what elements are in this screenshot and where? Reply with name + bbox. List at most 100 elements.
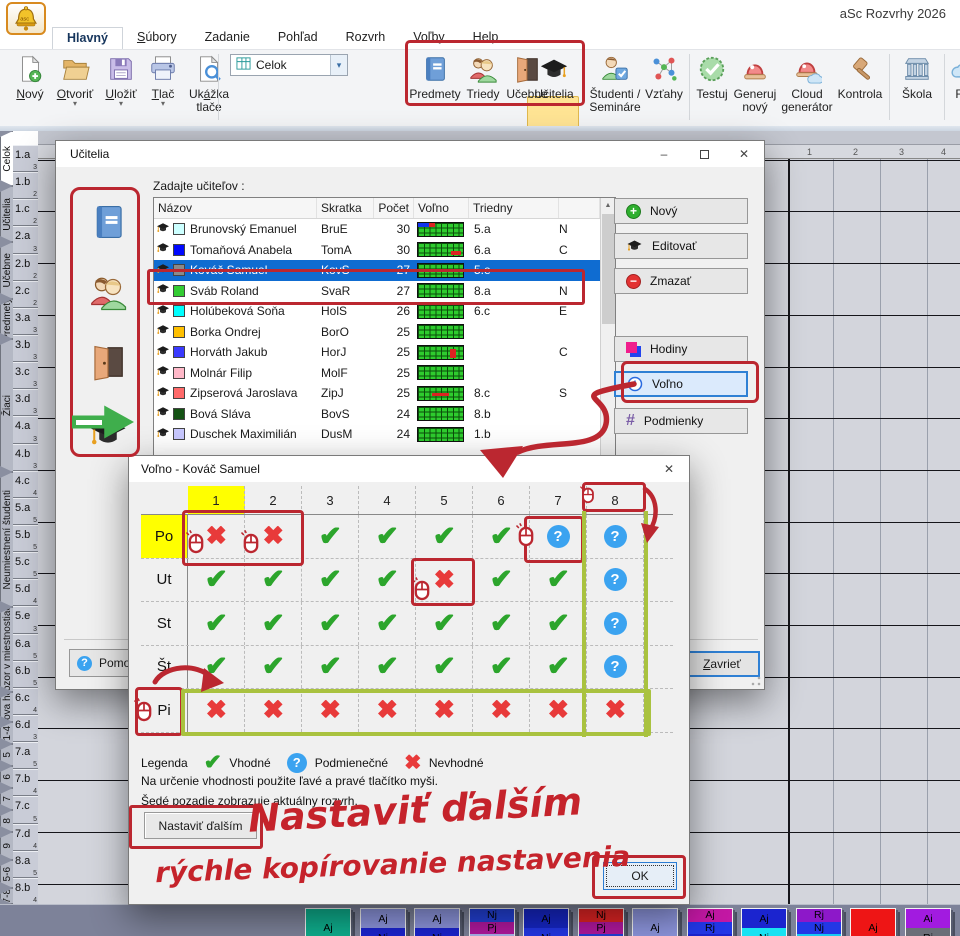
view-tab[interactable]: 7-8: [0, 888, 13, 904]
view-tab[interactable]: Žiaci: [0, 339, 13, 472]
view-tab[interactable]: Dozor v miestnostiach: [0, 607, 13, 692]
view-tab[interactable]: Osnova hodín: [0, 692, 13, 722]
view-tab[interactable]: Predmety: [0, 299, 13, 339]
day-label[interactable]: St: [141, 602, 188, 645]
class-row-header[interactable]: 7.a5: [13, 742, 38, 769]
teacher-row[interactable]: Zipserová Jaroslava ZipJ 25 8.c S: [154, 383, 615, 404]
availability-cell[interactable]: [245, 559, 302, 602]
lessons-button[interactable]: Hodiny: [614, 336, 748, 362]
close-icon[interactable]: ✕: [724, 141, 764, 167]
availability-cell[interactable]: [245, 602, 302, 645]
availability-cell[interactable]: [359, 515, 416, 558]
lesson-card[interactable]: AiRj: [905, 908, 951, 936]
new-button[interactable]: Nový: [8, 52, 52, 125]
lesson-card[interactable]: AjNj: [523, 908, 569, 936]
set-next-button[interactable]: Nastaviť ďalším: [144, 812, 257, 839]
teachers-dialog-titlebar[interactable]: Učitelia – ✕: [56, 141, 764, 167]
class-row-header[interactable]: 7.b4: [13, 769, 38, 796]
availability-cell[interactable]: [416, 689, 473, 732]
close-icon[interactable]: ✕: [649, 456, 689, 482]
availability-cell[interactable]: [473, 559, 530, 602]
class-row-header[interactable]: 6.d3: [13, 715, 38, 742]
view-tab[interactable]: Neumiestnení študenti: [0, 472, 13, 607]
online-timetable-button[interactable]: Roo: [948, 52, 960, 125]
book-icon[interactable]: [86, 201, 130, 243]
free-dialog-titlebar[interactable]: Voľno - Kováč Samuel ✕: [129, 456, 689, 482]
scroll-up-icon[interactable]: ▲: [601, 198, 615, 213]
availability-cell[interactable]: [416, 559, 473, 602]
availability-cell[interactable]: [188, 689, 245, 732]
lesson-card[interactable]: AjNj: [414, 908, 460, 936]
edit-teacher-button[interactable]: Editovať: [614, 233, 748, 259]
class-row-header[interactable]: 2.a3: [13, 226, 38, 253]
period-header[interactable]: 8: [587, 486, 644, 514]
asc-bell-logo-icon[interactable]: asc: [6, 2, 46, 35]
availability-cell[interactable]: [359, 602, 416, 645]
subjects-button[interactable]: Predmety: [408, 52, 462, 125]
class-row-header[interactable]: 8.a5: [13, 851, 38, 878]
period-header[interactable]: 7: [530, 486, 587, 514]
ribbon-tab[interactable]: Rozvrh: [332, 27, 400, 49]
teachers-button[interactable]: Učitelia: [530, 52, 578, 125]
availability-cell[interactable]: [416, 602, 473, 645]
classes-button[interactable]: Triedy: [462, 52, 504, 125]
column-header-count[interactable]: Počet: [374, 198, 414, 218]
availability-cell[interactable]: [587, 602, 644, 645]
relations-button[interactable]: Vzťahy: [642, 52, 686, 125]
period-header[interactable]: 3: [302, 486, 359, 514]
availability-cell[interactable]: [302, 559, 359, 602]
check-button[interactable]: Kontrola: [835, 52, 885, 125]
period-header[interactable]: 6: [473, 486, 530, 514]
period-header[interactable]: 5: [416, 486, 473, 514]
door-icon[interactable]: [86, 341, 130, 383]
test-button[interactable]: Testuj: [693, 52, 731, 125]
day-label[interactable]: Po: [141, 515, 188, 558]
availability-cell[interactable]: [188, 646, 245, 689]
dropdown-arrow-icon[interactable]: ▾: [100, 101, 142, 107]
lesson-card[interactable]: AjNj: [741, 908, 787, 936]
cloud-generator-button[interactable]: Cloud generátor: [779, 52, 835, 125]
teacher-row[interactable]: Bová Sláva BovS 24 8.b: [154, 404, 615, 425]
maximize-icon[interactable]: [684, 141, 724, 167]
availability-cell[interactable]: [416, 646, 473, 689]
availability-cell[interactable]: [587, 515, 644, 558]
resize-grip[interactable]: [750, 675, 762, 687]
dropdown-arrow-icon[interactable]: ▾: [52, 101, 98, 107]
teacher-row[interactable]: Brunovský Emanuel BruE 30 5.a N: [154, 219, 615, 240]
class-row-header[interactable]: 7.d4: [13, 824, 38, 851]
availability-cell[interactable]: [302, 515, 359, 558]
availability-cell[interactable]: [245, 689, 302, 732]
view-tab[interactable]: 5: [0, 744, 13, 766]
availability-cell[interactable]: [530, 602, 587, 645]
class-row-header[interactable]: 4.a3: [13, 416, 38, 443]
people-icon[interactable]: [86, 271, 130, 313]
print-preview-button[interactable]: Ukážka tlače: [184, 52, 234, 125]
period-header[interactable]: 2: [245, 486, 302, 514]
availability-cell[interactable]: [302, 602, 359, 645]
availability-cell[interactable]: [473, 689, 530, 732]
column-header-class[interactable]: Triedny: [469, 198, 559, 218]
open-button[interactable]: Otvoriť ▾: [52, 52, 98, 125]
ok-button[interactable]: OK: [603, 862, 677, 890]
teacher-row[interactable]: Duschek Maximilián DusM 24 1.b: [154, 424, 615, 445]
class-row-header[interactable]: 7.c5: [13, 796, 38, 823]
generate-new-button[interactable]: Generuj nový: [731, 52, 779, 125]
minimize-icon[interactable]: –: [644, 141, 684, 167]
class-row-header[interactable]: 5.b5: [13, 525, 38, 552]
availability-cell[interactable]: [473, 515, 530, 558]
availability-cell[interactable]: [530, 559, 587, 602]
availability-cell[interactable]: [359, 689, 416, 732]
day-label[interactable]: Ut: [141, 559, 188, 602]
column-header-short[interactable]: Skratka: [317, 198, 374, 218]
print-button[interactable]: Tlač ▾: [144, 52, 182, 125]
teacher-row[interactable]: Holúbeková Soňa HolS 26 6.c E: [154, 301, 615, 322]
ribbon-tab[interactable]: Help: [459, 27, 513, 49]
class-row-header[interactable]: 3.a3: [13, 308, 38, 335]
new-teacher-button[interactable]: + Nový: [614, 198, 748, 224]
class-row-header[interactable]: 5.e3: [13, 606, 38, 633]
ribbon-tab[interactable]: Hlavný: [52, 27, 123, 49]
students-seminars-button[interactable]: Študenti / Semináre: [586, 52, 644, 125]
class-row-header[interactable]: 3.b3: [13, 335, 38, 362]
availability-cell[interactable]: [587, 689, 644, 732]
availability-cell[interactable]: [245, 646, 302, 689]
